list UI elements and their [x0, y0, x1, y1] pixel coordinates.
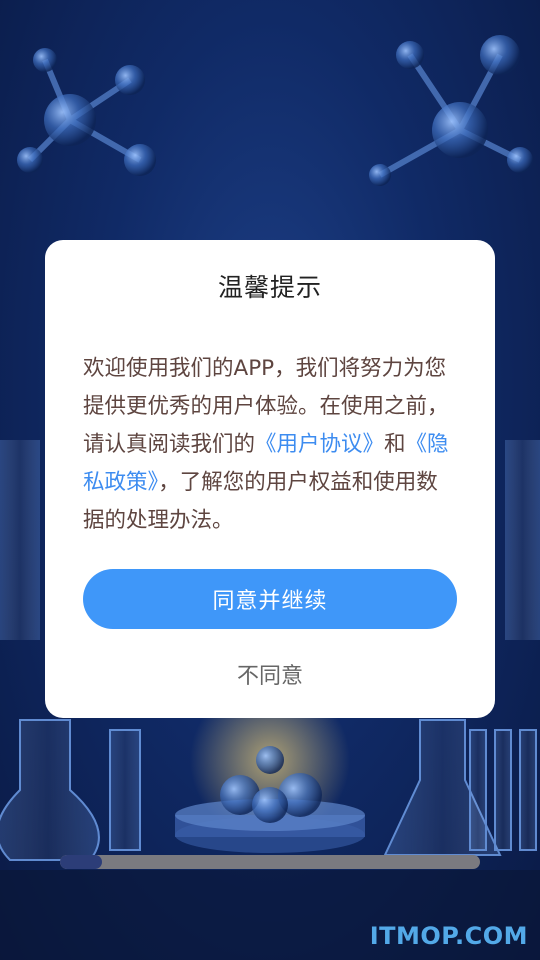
flask-left	[0, 719, 141, 861]
dialog-title: 温馨提示	[217, 273, 322, 302]
loading-progress-fill	[60, 855, 102, 869]
flask-right	[383, 719, 537, 856]
watermark-text: ITMOP.COM	[369, 922, 528, 950]
body-text-and: 和	[384, 432, 406, 457]
disagree-button[interactable]: 不同意	[45, 658, 495, 690]
dialog-body: 欢迎使用我们的APP，我们将努力为您提供更优秀的用户体验。在使用之前，请认真阅读…	[83, 350, 457, 540]
privacy-dialog: 温馨提示 欢迎使用我们的APP，我们将努力为您提供更优秀的用户体验。在使用之前，…	[45, 240, 495, 718]
loading-progress-bar	[60, 855, 480, 869]
agree-continue-button[interactable]: 同意并继续	[83, 569, 457, 629]
user-agreement-link[interactable]: 《用户协议》	[255, 432, 384, 457]
